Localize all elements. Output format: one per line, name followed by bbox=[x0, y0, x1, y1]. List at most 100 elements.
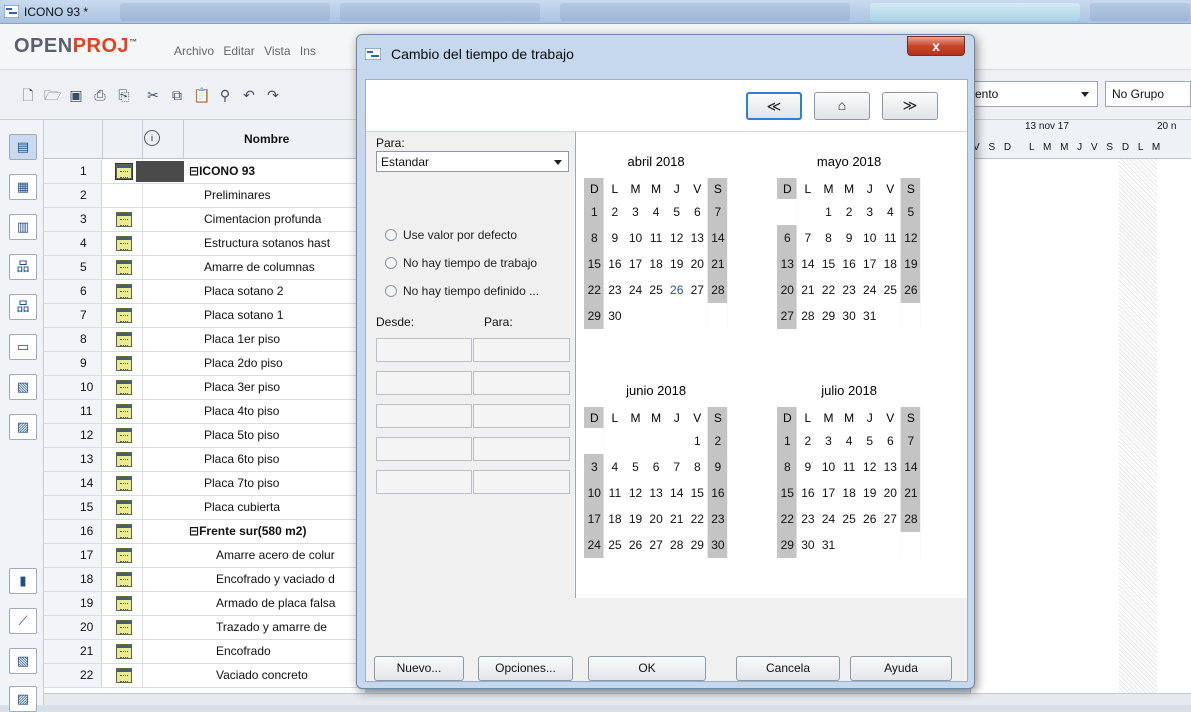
next-month-button[interactable]: ≫ bbox=[882, 92, 938, 120]
task-name[interactable]: Placa sotano 2 bbox=[204, 284, 380, 298]
print-icon[interactable]: ⎙ bbox=[92, 87, 108, 103]
undo-icon[interactable]: ↶ bbox=[241, 87, 257, 103]
task-name[interactable]: Amarre de columnas bbox=[204, 260, 380, 274]
gantt-chart[interactable]: 13 nov 17 20 n V S D L M M J V S D L M bbox=[970, 120, 1191, 705]
task-name[interactable]: Placa 2do piso bbox=[204, 356, 380, 370]
table-row[interactable]: 6 Placa sotano 2 bbox=[44, 280, 365, 304]
resource-detail-icon[interactable]: ▨ bbox=[9, 686, 37, 712]
task-name[interactable]: Placa sotano 1 bbox=[204, 308, 380, 322]
table-row[interactable]: 1 ⊟ICONO 93 bbox=[44, 160, 365, 184]
task-name[interactable]: Placa 6to piso bbox=[204, 452, 380, 466]
table-row[interactable]: 3 Cimentacion profunda bbox=[44, 208, 365, 232]
menu-insertar[interactable]: Ins bbox=[300, 44, 316, 58]
task-name[interactable]: Placa 5to piso bbox=[204, 428, 380, 442]
gantt-view-icon[interactable]: ▤ bbox=[9, 134, 37, 160]
from-time-input[interactable] bbox=[376, 404, 472, 428]
view-combo[interactable]: ento bbox=[968, 81, 1098, 107]
radio-no-working-time[interactable]: No hay tiempo de trabajo bbox=[385, 256, 537, 270]
histogram-icon[interactable]: ▮ bbox=[9, 568, 37, 594]
menu-editar[interactable]: Editar bbox=[223, 44, 254, 58]
copy-icon[interactable]: ⧉ bbox=[169, 87, 185, 103]
task-name[interactable]: Placa 3er piso bbox=[204, 380, 380, 394]
radio-default[interactable]: Use valor por defecto bbox=[385, 228, 517, 242]
new-file-icon[interactable]: 🗋 bbox=[20, 87, 36, 103]
from-time-input[interactable] bbox=[376, 371, 472, 395]
save-icon[interactable]: ▣ bbox=[68, 87, 84, 103]
charts-icon[interactable]: ⟋ bbox=[9, 608, 37, 634]
task-name[interactable]: ⊟ICONO 93 bbox=[189, 164, 365, 178]
options-button[interactable]: Opciones... bbox=[478, 656, 573, 681]
table-row[interactable]: 22 Vaciado concreto bbox=[44, 664, 365, 688]
table-row[interactable]: 14 Placa 7to piso bbox=[44, 472, 365, 496]
resource-usage-icon[interactable]: ▨ bbox=[9, 414, 37, 440]
table-row[interactable]: 19 Armado de placa falsa bbox=[44, 592, 365, 616]
table-row[interactable]: 2 Preliminares bbox=[44, 184, 365, 208]
to-time-input[interactable] bbox=[473, 404, 570, 428]
task-usage-icon[interactable]: ▧ bbox=[9, 374, 37, 400]
table-row[interactable]: 4 Estructura sotanos hast bbox=[44, 232, 365, 256]
from-time-input[interactable] bbox=[376, 437, 472, 461]
task-name[interactable]: Cimentacion profunda bbox=[204, 212, 380, 226]
print-preview-icon[interactable]: ⎘ bbox=[116, 87, 132, 103]
table-row[interactable]: 16 ⊟Frente sur(580 m2) bbox=[44, 520, 365, 544]
to-time-input[interactable] bbox=[473, 371, 570, 395]
collapse-icon[interactable]: ⊟ bbox=[189, 164, 199, 178]
find-icon[interactable]: ⚲ bbox=[217, 87, 233, 103]
radio-non-default[interactable]: No hay tiempo definido ... bbox=[385, 284, 539, 298]
month-calendar[interactable]: mayo 2018D L M M J V S1 2 3 4 56 7 8 9 10 11 1213 14 15 16 1… bbox=[777, 154, 921, 329]
prev-month-button[interactable]: ≪ bbox=[746, 92, 802, 120]
selected-cell[interactable] bbox=[136, 161, 184, 182]
horizontal-scrollbar[interactable] bbox=[44, 693, 1191, 705]
help-button[interactable]: Ayuda bbox=[850, 656, 952, 681]
table-row[interactable]: 12 Placa 5to piso bbox=[44, 424, 365, 448]
table-row[interactable]: 10 Placa 3er piso bbox=[44, 376, 365, 400]
table-row[interactable]: 11 Placa 4to piso bbox=[44, 400, 365, 424]
task-usage-detail-icon[interactable]: ▧ bbox=[9, 648, 37, 674]
task-name[interactable]: Estructura sotanos hast bbox=[204, 236, 380, 250]
month-calendar[interactable]: abril 2018D L M M J V S1 2 3 4 5 6 78 9 10 11 12 13 1415 16… bbox=[584, 154, 728, 329]
month-calendar[interactable]: junio 2018D L M M J V S1 23 4 5 6 7 8 910 11 12 13 14 15 16… bbox=[584, 383, 728, 558]
group-combo[interactable]: No Grupo bbox=[1105, 81, 1191, 107]
calendar-months[interactable]: abril 2018D L M M J V S1 2 3 4 5 6 78 9 10 11 12 13 1415 16… bbox=[576, 132, 968, 598]
calendar-select[interactable]: Estandar bbox=[376, 151, 569, 172]
wbs-view-icon[interactable]: 品 bbox=[9, 254, 37, 280]
table-row[interactable]: 7 Placa sotano 1 bbox=[44, 304, 365, 328]
table-row[interactable]: 5 Amarre de columnas bbox=[44, 256, 365, 280]
ok-button[interactable]: OK bbox=[588, 656, 706, 681]
from-time-input[interactable] bbox=[376, 338, 472, 362]
month-calendar[interactable]: julio 2018D L M M J V S1 2 3 4 5 6 78 9 10 11 12 13 1415 16… bbox=[777, 383, 921, 558]
table-row[interactable]: 18 Encofrado y vaciado d bbox=[44, 568, 365, 592]
menu-archivo[interactable]: Archivo bbox=[174, 44, 214, 58]
collapse-icon[interactable]: ⊟ bbox=[189, 524, 199, 538]
cancel-button[interactable]: Cancela bbox=[736, 656, 840, 681]
close-button[interactable]: x bbox=[907, 36, 965, 56]
name-column-header[interactable]: Nombre bbox=[244, 132, 289, 146]
new-button[interactable]: Nuevo... bbox=[374, 656, 464, 681]
rbs-view-icon[interactable]: 品 bbox=[9, 294, 37, 320]
cut-icon[interactable]: ✂ bbox=[145, 87, 161, 103]
task-name[interactable]: Placa 7to piso bbox=[204, 476, 380, 490]
task-name[interactable]: Placa cubierta bbox=[204, 500, 380, 514]
to-time-input[interactable] bbox=[473, 437, 570, 461]
task-name[interactable]: ⊟Frente sur(580 m2) bbox=[189, 524, 365, 538]
table-row[interactable]: 15 Placa cubierta bbox=[44, 496, 365, 520]
table-row[interactable]: 9 Placa 2do piso bbox=[44, 352, 365, 376]
menu-vista[interactable]: Vista bbox=[264, 44, 290, 58]
table-row[interactable]: 20 Trazado y amarre de bbox=[44, 616, 365, 640]
task-name[interactable]: Placa 4to piso bbox=[204, 404, 380, 418]
from-time-input[interactable] bbox=[376, 470, 472, 494]
redo-icon[interactable]: ↷ bbox=[265, 87, 281, 103]
task-name[interactable]: Preliminares bbox=[204, 188, 380, 202]
to-time-input[interactable] bbox=[473, 338, 570, 362]
report-view-icon[interactable]: ▭ bbox=[9, 334, 37, 360]
resource-view-icon[interactable]: ▥ bbox=[9, 214, 37, 240]
table-row[interactable]: 13 Placa 6to piso bbox=[44, 448, 365, 472]
table-row[interactable]: 8 Placa 1er piso bbox=[44, 328, 365, 352]
paste-icon[interactable]: 📋 bbox=[193, 87, 210, 103]
to-time-input[interactable] bbox=[473, 470, 570, 494]
table-row[interactable]: 17 Amarre acero de colur bbox=[44, 544, 365, 568]
today-home-button[interactable]: ⌂ bbox=[814, 92, 870, 120]
network-view-icon[interactable]: ▦ bbox=[9, 174, 37, 200]
task-name[interactable]: Placa 1er piso bbox=[204, 332, 380, 346]
open-folder-icon[interactable]: 🗁 bbox=[44, 87, 61, 103]
